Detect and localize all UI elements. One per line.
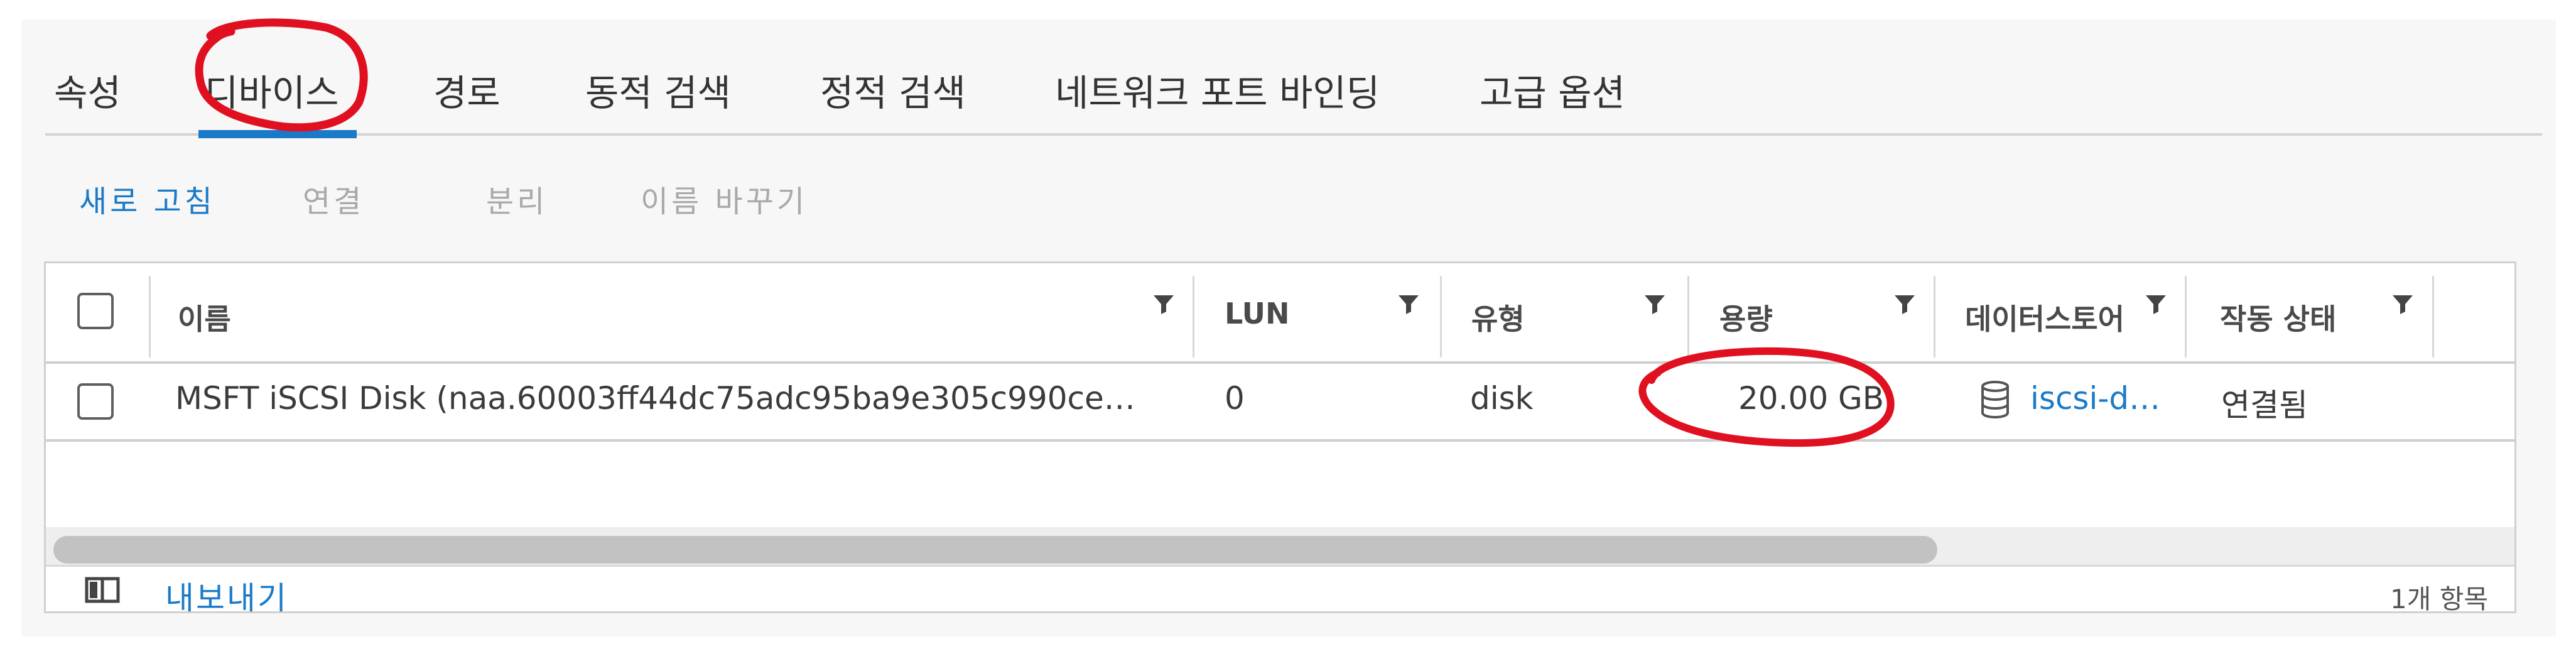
filter-icon[interactable] xyxy=(1642,292,1667,317)
device-table: 이름 LUN 유형 용량 데이터스토어 작동 상태 MSFT iSCSI Dis… xyxy=(44,261,2516,616)
column-header-status[interactable]: 작동 상태 xyxy=(2220,297,2336,338)
type-cell: disk xyxy=(1470,380,1534,417)
tab-divider xyxy=(45,133,2542,136)
horizontal-scrollbar[interactable] xyxy=(46,527,2514,565)
tab-bar: 속성 디바이스 경로 동적 검색 정적 검색 네트워크 포트 바인딩 고급 옵션 xyxy=(21,19,2556,138)
column-separator xyxy=(1193,276,1194,358)
tab-static-discovery[interactable]: 정적 검색 xyxy=(820,63,966,116)
lun-cell: 0 xyxy=(1225,380,1245,417)
column-header-lun[interactable]: LUN xyxy=(1225,297,1290,330)
column-separator xyxy=(1687,276,1689,358)
column-toggle-icon[interactable] xyxy=(85,577,120,603)
filter-icon[interactable] xyxy=(1892,292,1917,317)
tab-properties[interactable]: 속성 xyxy=(54,63,121,116)
row-checkbox[interactable] xyxy=(77,383,114,420)
column-header-capacity[interactable]: 용량 xyxy=(1719,297,1773,338)
filter-icon[interactable] xyxy=(1151,292,1176,317)
column-separator xyxy=(2185,276,2187,358)
scrollbar-thumb[interactable] xyxy=(53,536,1937,564)
table-header: 이름 LUN 유형 용량 데이터스토어 작동 상태 xyxy=(46,263,2514,364)
capacity-cell: 20.00 GB xyxy=(1738,380,1885,417)
column-header-name[interactable]: 이름 xyxy=(178,297,231,338)
item-count: 1개 항목 xyxy=(2390,584,2488,614)
refresh-button[interactable]: 새로 고침 xyxy=(79,177,215,221)
adapter-details-panel: 속성 디바이스 경로 동적 검색 정적 검색 네트워크 포트 바인딩 고급 옵션… xyxy=(21,19,2556,636)
tab-dynamic-discovery[interactable]: 동적 검색 xyxy=(585,63,731,116)
active-tab-indicator xyxy=(198,130,357,138)
status-cell: 연결됨 xyxy=(2221,387,2308,423)
select-all-checkbox[interactable] xyxy=(77,293,114,329)
tab-advanced-options[interactable]: 고급 옵션 xyxy=(1480,63,1625,116)
datastore-link[interactable]: iscsi-datas… xyxy=(2030,380,2178,417)
tab-network-port-binding[interactable]: 네트워크 포트 바인딩 xyxy=(1055,63,1380,116)
filter-icon[interactable] xyxy=(2143,292,2168,317)
attach-button[interactable]: 연결 xyxy=(303,177,364,221)
export-link[interactable]: 내보내기 xyxy=(165,573,288,618)
column-separator xyxy=(149,276,151,358)
rename-button[interactable]: 이름 바꾸기 xyxy=(641,177,808,221)
tab-devices[interactable]: 디바이스 xyxy=(205,63,338,116)
datastore-icon xyxy=(1981,381,2009,419)
device-name-cell: MSFT iSCSI Disk (naa.60003ff44dc75adc95b… xyxy=(175,380,1135,417)
detach-button[interactable]: 분리 xyxy=(486,177,548,221)
column-header-datastore[interactable]: 데이터스토어 xyxy=(1965,297,2124,338)
table-row[interactable]: MSFT iSCSI Disk (naa.60003ff44dc75adc95b… xyxy=(46,364,2514,442)
column-separator xyxy=(1934,276,1935,358)
column-header-type[interactable]: 유형 xyxy=(1471,297,1525,338)
device-toolbar: 새로 고침 연결 분리 이름 바꾸기 xyxy=(21,177,2556,227)
column-separator xyxy=(1440,276,1442,358)
column-separator xyxy=(2432,276,2434,358)
filter-icon[interactable] xyxy=(1396,292,1421,317)
filter-icon[interactable] xyxy=(2390,292,2415,317)
tab-paths[interactable]: 경로 xyxy=(433,63,501,116)
table-footer: 내보내기 1개 항목 xyxy=(46,565,2514,616)
